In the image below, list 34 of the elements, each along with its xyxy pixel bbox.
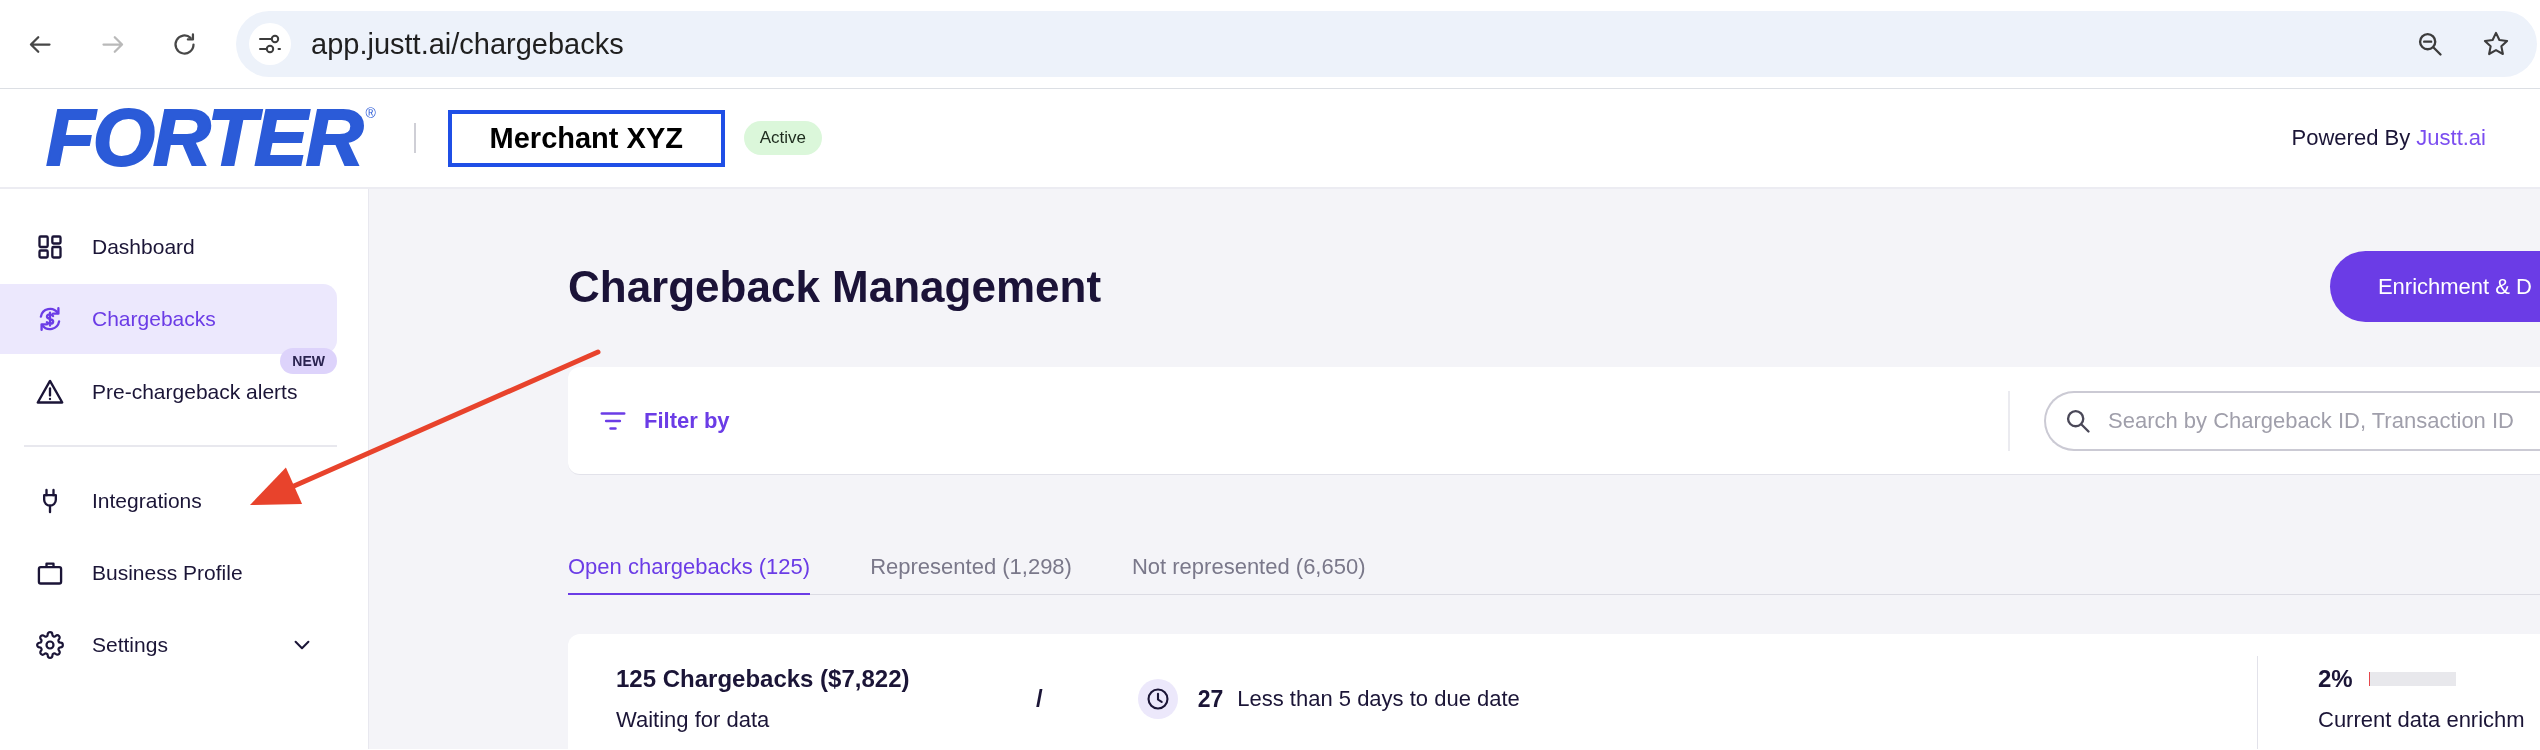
total-caption: Waiting for data (616, 708, 771, 732)
search-field[interactable]: Search by Chargeback ID, Transaction ID (2044, 390, 2540, 451)
filter-button[interactable]: Filter by (598, 405, 730, 436)
due-caption: Less than 5 days to due date (1237, 686, 1520, 712)
enrichment-button[interactable]: Enrichment & D (2329, 251, 2540, 322)
sidebar-item[interactable]: Integrations (0, 466, 337, 536)
enrichment-percent: 2% (2318, 665, 2353, 693)
powered-by-text: Powered By Justt.ai (2291, 125, 2486, 151)
dashboard-grid-icon (36, 233, 64, 261)
star-icon[interactable] (2482, 30, 2510, 58)
new-badge: NEW (280, 348, 337, 374)
sliders-icon[interactable] (249, 23, 291, 65)
tab[interactable]: Open chargebacks (125) (568, 554, 811, 595)
merchant-name: Merchant XYZ (447, 109, 725, 167)
tab[interactable]: Represented (1,298) (870, 554, 1072, 595)
status-badge: Active (743, 121, 823, 155)
tab[interactable]: Not represented (6,650) (1131, 554, 1366, 595)
sidebar-item[interactable]: Business Profile (0, 538, 337, 608)
chargebacks-total: 125 Chargebacks ($7,822) (616, 666, 911, 692)
sidebar-item[interactable]: Chargebacks (0, 284, 337, 354)
sidebar-item[interactable]: Dashboard (0, 212, 337, 282)
sidebar-item[interactable]: Settings (0, 610, 337, 680)
separator-text: / (1036, 685, 1043, 713)
enrichment-caption: Current data enrichm (2318, 708, 2526, 732)
logo: FORTER$^{®}$ (46, 98, 376, 178)
settings-icon (36, 631, 64, 659)
justt-link[interactable]: Justt.ai (2416, 125, 2486, 150)
zoom-out-icon[interactable] (2416, 30, 2444, 58)
address-bar[interactable]: app.justt.ai/chargebacks (236, 11, 2537, 77)
page-title: Chargeback Management (568, 261, 1102, 312)
clock-icon (1137, 679, 1178, 719)
warning-icon (36, 378, 64, 406)
due-count: 27 (1197, 685, 1224, 713)
sidebar-item[interactable]: Pre-chargeback alerts (0, 374, 337, 410)
